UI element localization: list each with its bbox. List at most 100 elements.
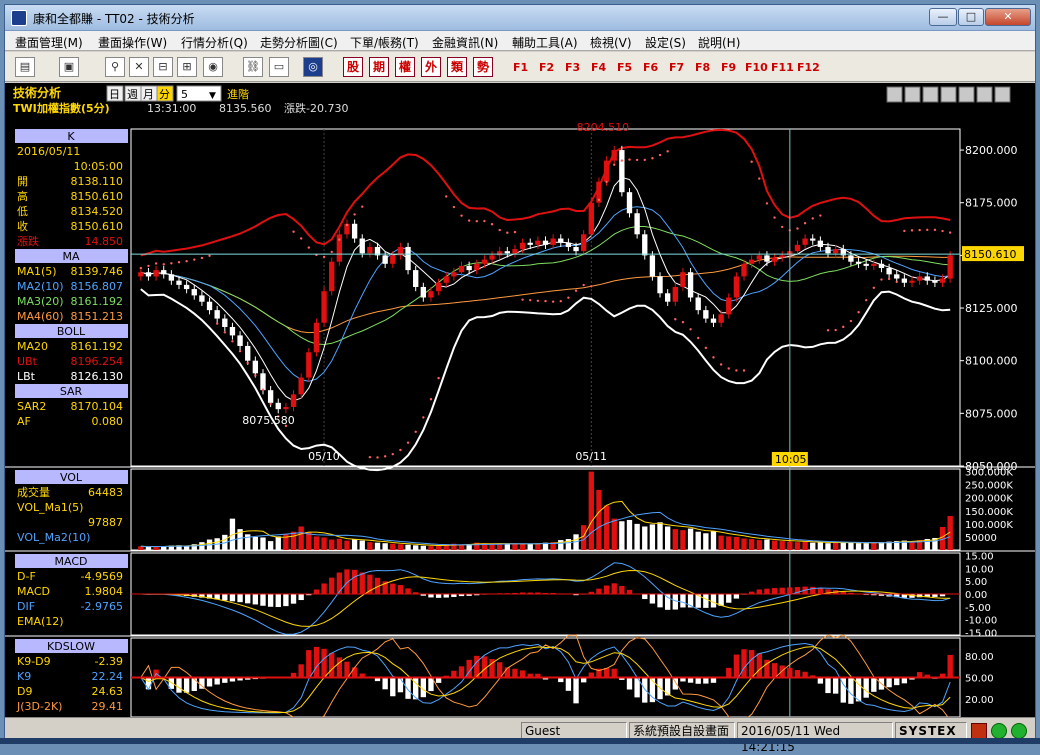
kd-info-0-value: -2.39 xyxy=(95,655,123,668)
sar-dot xyxy=(605,181,607,183)
sar-dot xyxy=(598,199,600,201)
volume-bar xyxy=(528,544,533,550)
menu-screen-operation[interactable]: 畫面操作(W) xyxy=(98,34,167,51)
menu-help[interactable]: 說明(H) xyxy=(698,34,740,51)
quick-options-button[interactable]: 權 xyxy=(395,57,415,77)
close-button[interactable]: ✕ xyxy=(985,8,1031,26)
candle-body xyxy=(352,224,357,239)
macd-histogram-bar xyxy=(237,594,242,602)
volume-bar xyxy=(879,542,884,550)
volume-bar xyxy=(787,542,792,550)
close-window-icon[interactable]: ✕ xyxy=(129,57,149,77)
f12-key[interactable]: F12 xyxy=(797,61,820,74)
volume-bar xyxy=(146,547,151,550)
sar-dot xyxy=(544,300,546,302)
f5-key[interactable]: F5 xyxy=(617,61,632,74)
f6-key[interactable]: F6 xyxy=(643,61,658,74)
crosshair-time-label: 10:05 xyxy=(775,453,807,466)
macd-header: MACD xyxy=(55,555,88,568)
menu-screen-management[interactable]: 畫面管理(M) xyxy=(15,34,83,51)
candle-body xyxy=(146,272,151,276)
ma-0-label: MA1(5) xyxy=(17,265,57,278)
sar-dot xyxy=(812,217,814,219)
volume-bar xyxy=(627,520,632,550)
volume-bar xyxy=(825,543,830,550)
f11-key[interactable]: F11 xyxy=(771,61,794,74)
kd-histogram-bar xyxy=(749,650,754,677)
f8-key[interactable]: F8 xyxy=(695,61,710,74)
brand-logo-icon[interactable]: ◎ xyxy=(303,57,323,77)
sar-dot xyxy=(269,403,271,405)
candle-body xyxy=(466,266,471,270)
menu-view[interactable]: 檢視(V) xyxy=(590,34,632,51)
price-tick-4: 8100.000 xyxy=(965,355,1018,368)
sar-dot xyxy=(728,367,730,369)
technical-chart[interactable]: 技術分析日週月分5▼進階TWI加權指數(5分)13:31:008135.560漲… xyxy=(5,83,1035,717)
candle-body xyxy=(802,239,807,245)
sar-dot xyxy=(521,298,523,300)
quick-trend-button[interactable]: 勢 xyxy=(473,57,493,77)
menu-order-account[interactable]: 下單/帳務(T) xyxy=(350,34,419,51)
link-icon[interactable]: ⛓ xyxy=(243,57,263,77)
quick-category-button[interactable]: 類 xyxy=(447,57,467,77)
screen-icon[interactable]: ▣ xyxy=(59,57,79,77)
sar-dot xyxy=(308,246,310,248)
volume-bar xyxy=(780,541,785,550)
f3-key[interactable]: F3 xyxy=(565,61,580,74)
ma-header: MA xyxy=(62,250,79,263)
connection-icon[interactable] xyxy=(991,723,1007,739)
macd-histogram-bar xyxy=(260,594,265,606)
candle-body xyxy=(550,239,555,245)
macd-histogram-bar xyxy=(650,594,655,604)
vol-info-0-label: 成交量 xyxy=(17,485,50,499)
server-status-icon[interactable] xyxy=(1011,723,1027,739)
candle-body xyxy=(543,241,548,245)
quick-stock-button[interactable]: 股 xyxy=(343,57,363,77)
menu-financial-info[interactable]: 金融資訊(N) xyxy=(432,34,498,51)
maximize-button[interactable]: □ xyxy=(958,8,984,26)
f7-key[interactable]: F7 xyxy=(669,61,684,74)
macd-histogram-bar xyxy=(428,594,433,597)
volume-bar xyxy=(436,546,441,550)
ma60-line xyxy=(141,256,950,332)
menu-trend-chart[interactable]: 走勢分析圖(C) xyxy=(260,34,338,51)
macd-histogram-bar xyxy=(398,585,403,594)
f1-key[interactable]: F1 xyxy=(513,61,528,74)
sar-dot xyxy=(850,320,852,322)
candle-body xyxy=(757,255,762,259)
layout-icon[interactable]: ▤ xyxy=(15,57,35,77)
sar-dot xyxy=(376,456,378,458)
candle-body xyxy=(314,323,319,352)
record-icon[interactable]: ◉ xyxy=(203,57,223,77)
f2-key[interactable]: F2 xyxy=(539,61,554,74)
sar-dot xyxy=(353,213,355,215)
sar-dot xyxy=(926,229,928,231)
menu-tools[interactable]: 輔助工具(A) xyxy=(512,34,578,51)
quick-foreign-button[interactable]: 外 xyxy=(421,57,441,77)
boll-0-value: 8161.192 xyxy=(71,340,124,353)
alert-icon[interactable] xyxy=(971,723,987,739)
tile-icon[interactable]: ⊞ xyxy=(177,57,197,77)
macd-histogram-bar xyxy=(444,594,449,598)
kd-histogram-bar xyxy=(382,678,387,690)
volume-bar xyxy=(344,541,349,550)
monitor-icon[interactable]: ▭ xyxy=(269,57,289,77)
quick-futures-button[interactable]: 期 xyxy=(369,57,389,77)
split-icon[interactable]: ⊟ xyxy=(153,57,173,77)
macd-info-2-value: -2.9765 xyxy=(81,600,123,613)
volume-bar xyxy=(619,521,624,550)
sar-0-label: SAR2 xyxy=(17,400,46,413)
menu-quote-analysis[interactable]: 行情分析(Q) xyxy=(181,34,248,51)
title-bar[interactable]: 康和全都賺 - TT02 - 技術分析 — □ ✕ xyxy=(5,5,1035,31)
minimize-button[interactable]: — xyxy=(929,8,957,26)
f9-key[interactable]: F9 xyxy=(721,61,736,74)
candle-body xyxy=(909,281,914,283)
sar-dot xyxy=(758,177,760,179)
candle-body xyxy=(176,281,181,285)
f4-key[interactable]: F4 xyxy=(591,61,606,74)
sar-dot xyxy=(934,229,936,231)
chart-svg[interactable]: 技術分析日週月分5▼進階TWI加權指數(5分)13:31:008135.560漲… xyxy=(5,83,1035,717)
menu-settings[interactable]: 設定(S) xyxy=(645,34,686,51)
search-icon[interactable]: ⚲ xyxy=(105,57,125,77)
f10-key[interactable]: F10 xyxy=(745,61,768,74)
